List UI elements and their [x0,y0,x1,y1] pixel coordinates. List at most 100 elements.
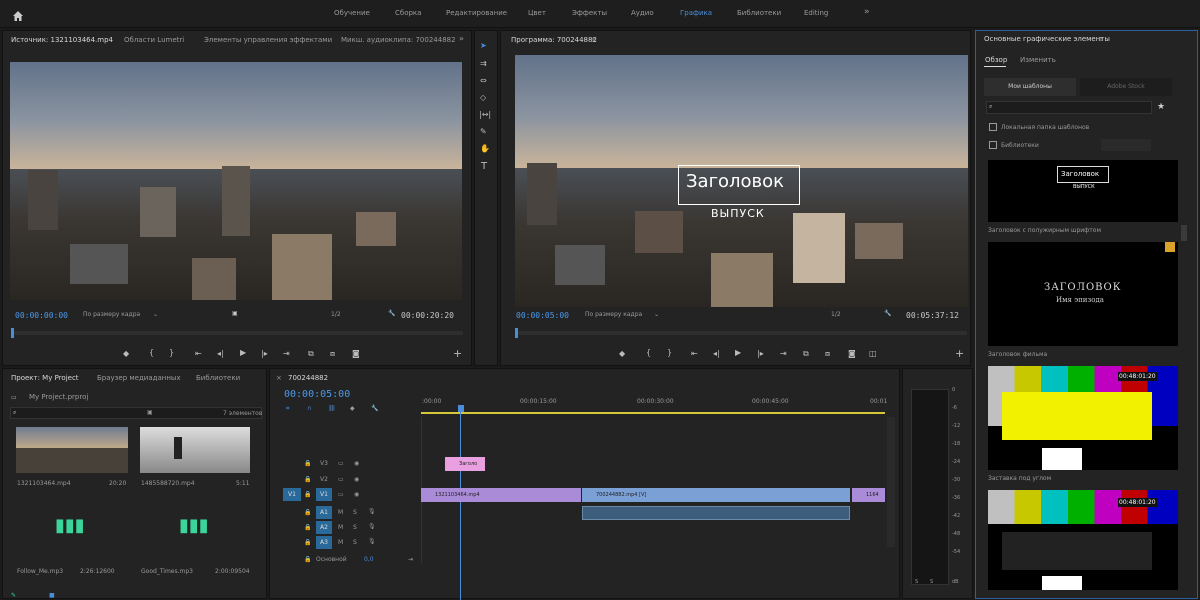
vertical-scrollbar[interactable] [887,417,895,547]
panel-menu-icon[interactable]: ≡ [591,36,597,44]
add-marker-icon[interactable]: ◆ [123,349,129,358]
video-clip-2[interactable]: 700244882.mp4 [V] [582,488,850,502]
template-thumb-bold-title[interactable]: Заголовок ВЫПУСК [988,160,1178,222]
solo-icon[interactable]: S [353,539,357,546]
video-clip-1[interactable]: 1321103464.mp4 [421,488,581,502]
workspace-assembly[interactable]: Сборка [395,9,421,17]
source-timecode[interactable]: 00:00:00:00 [15,311,68,320]
audio-clip[interactable] [582,506,850,520]
program-playhead[interactable] [515,328,518,338]
lock-icon[interactable]: 🔒 [304,509,311,516]
timeline-tab[interactable]: 700244882 [288,374,328,382]
go-to-end-icon[interactable]: ⇥ [408,556,413,563]
add-button-icon[interactable]: + [453,347,462,360]
scrollbar[interactable] [1181,225,1187,241]
lock-icon[interactable]: 🔒 [304,476,311,483]
work-area-bar[interactable] [421,412,885,414]
workspace-editing-en[interactable]: Editing [804,9,828,17]
eye-icon[interactable]: ◉ [354,491,359,498]
solo-icon[interactable]: S [353,524,357,531]
camera-icon[interactable]: ◙ [848,349,856,358]
mute-icon[interactable]: M [338,509,343,516]
workspace-libraries[interactable]: Библиотеки [737,9,781,17]
slip-icon[interactable]: |↔| [479,110,491,119]
step-back-icon[interactable]: ◂| [217,349,224,358]
lock-icon[interactable]: 🔒 [304,460,311,467]
tab-project[interactable]: Проект: My Project [11,374,79,382]
go-to-out-icon[interactable]: ⇥ [283,349,290,358]
nest-icon[interactable]: ⌗ [286,405,289,413]
tab-audio-clip-mixer[interactable]: Микш. аудиоклипа: 700244882 [341,36,456,44]
add-button-icon[interactable]: + [955,347,964,360]
workspace-audio[interactable]: Аудио [631,9,654,17]
template-thumb-movie-title[interactable]: ЗАГОЛОВОК Имя эпизода [988,242,1178,346]
source-fit-dropdown[interactable]: По размеру кадра [83,311,140,318]
play-icon[interactable]: ▶ [240,348,246,357]
mute-icon[interactable]: M [338,539,343,546]
microphone-icon[interactable]: 🎙 [368,508,376,515]
tab-media-browser[interactable]: Браузер медиаданных [97,374,181,382]
tab-libraries[interactable]: Библиотеки [196,374,240,382]
sync-icon[interactable]: ▭ [338,476,344,483]
adobe-stock-button[interactable]: Adobe Stock [1080,78,1172,96]
program-timecode[interactable]: 00:00:05:00 [516,311,569,320]
my-templates-button[interactable]: Мои шаблоны [984,78,1076,96]
master-volume[interactable]: 0,0 [364,556,374,563]
video-clip-3[interactable]: 1164 [852,488,885,502]
go-to-in-icon[interactable]: ⇤ [691,349,698,358]
solo-left[interactable]: S [915,579,918,585]
solo-right[interactable]: S [930,579,933,585]
camera-icon[interactable]: ◙ [352,349,360,358]
chevron-down-icon[interactable]: ⌄ [153,311,158,318]
insert-icon[interactable]: ⧉ [308,349,314,359]
project-item-thumb-1[interactable] [16,427,128,473]
track-label[interactable]: A3 [316,536,332,549]
workspace-learning[interactable]: Обучение [334,9,370,17]
tab-lumetri-scopes[interactable]: Области Lumetri [124,36,184,44]
track-label[interactable]: V1 [316,488,332,501]
lock-icon[interactable]: 🔒 [304,539,311,546]
microphone-icon[interactable]: 🎙 [368,523,376,530]
lock-icon[interactable]: 🔒 [304,524,311,531]
libraries-dropdown[interactable] [1101,139,1151,151]
razor-icon[interactable]: ◇ [480,93,486,102]
source-video-frame[interactable] [10,62,462,300]
tab-effect-controls[interactable]: Элементы управления эффектами [204,36,332,44]
program-fit-dropdown[interactable]: По размеру кадра [585,311,642,318]
panel-more-icon[interactable]: » [459,34,464,43]
solo-icon[interactable]: S [353,509,357,516]
new-bin-icon[interactable]: ▣ [147,409,153,416]
extract-icon[interactable]: ⧈ [825,349,830,359]
source-playhead[interactable] [11,328,14,338]
timeline-timecode[interactable]: 00:00:05:00 [284,389,350,400]
template-thumb-lower-third-2[interactable]: 00:48:01:20 [988,490,1178,590]
panel-menu-icon[interactable]: ≡ [1098,35,1104,43]
type-tool-icon[interactable]: T [481,161,487,172]
libraries-checkbox[interactable] [989,141,997,149]
hand-icon[interactable]: ✋ [480,144,490,153]
subtitle-overlay-text[interactable]: ВЫПУСК [711,207,765,220]
go-to-out-icon[interactable]: ⇥ [780,349,787,358]
wrench-icon[interactable]: 🔧 [884,310,891,317]
tab-browse[interactable]: Обзор [985,56,1007,64]
star-icon[interactable]: ★ [1157,102,1165,112]
local-folder-checkbox[interactable] [989,123,997,131]
project-item-thumb-2[interactable] [140,427,250,473]
more-workspaces-icon[interactable]: » [864,7,870,17]
close-icon[interactable]: × [276,374,282,382]
lock-icon[interactable]: 🔒 [304,556,311,563]
source-resolution-dropdown[interactable]: 1/2 [331,311,341,318]
overwrite-icon[interactable]: ⧈ [330,349,335,359]
step-back-icon[interactable]: ◂| [713,349,720,358]
timeline-playhead-handle[interactable] [458,405,464,412]
add-marker-icon[interactable]: ◆ [350,405,355,412]
selection-tool-icon[interactable]: ➤ [480,41,487,50]
go-to-in-icon[interactable]: ⇤ [195,349,202,358]
program-scrubber[interactable] [515,331,967,335]
chevron-down-icon[interactable]: ⌄ [654,311,659,318]
step-forward-icon[interactable]: |▸ [757,349,764,358]
track-label[interactable]: A1 [316,506,332,519]
lift-icon[interactable]: ⧉ [803,349,809,359]
step-forward-icon[interactable]: |▸ [261,349,268,358]
workspace-color[interactable]: Цвет [528,9,546,17]
